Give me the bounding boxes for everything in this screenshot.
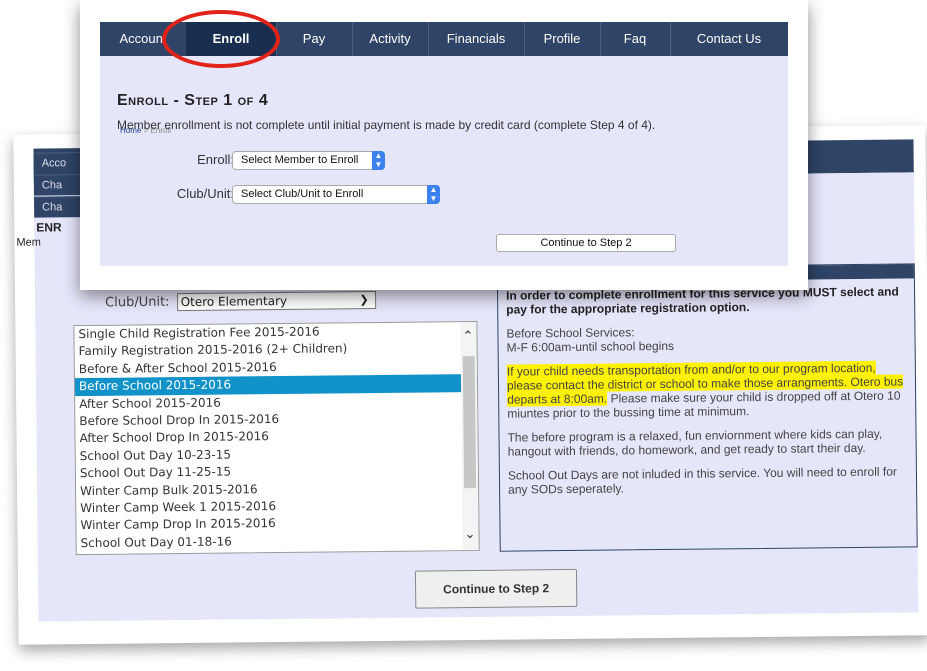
info-services: Before School Services: M-F 6:00am-until… (506, 322, 906, 354)
list-item[interactable]: School Out Day 01-18-16 (77, 531, 479, 553)
list-scrollbar[interactable]: ⌃ ⌄ (460, 321, 479, 551)
back-title-fragment: ENR (36, 220, 62, 235)
select-stepper-icon: ▲ ▼ (427, 185, 440, 204)
page-title: Enroll - Step 1 of 4 (117, 92, 269, 109)
club-unit-form-value: Select Club/Unit to Enroll (241, 188, 364, 200)
club-unit-value: Otero Elementary (180, 293, 288, 310)
club-unit-form-select[interactable]: Select Club/Unit to Enroll ▲ ▼ (232, 185, 440, 204)
nav-item-contact-us[interactable]: Contact Us (670, 22, 788, 56)
info-services-hours: M-F 6:00am-until school begins (506, 338, 675, 355)
info-program: The before program is a relaxed, fun env… (507, 426, 883, 459)
club-unit-label: Club/Unit: (105, 294, 170, 311)
info-services-title: Before School Services: (506, 325, 635, 341)
nav-item-pay[interactable]: Pay (276, 22, 353, 56)
member-select-value: Select Member to Enroll (241, 154, 359, 166)
continue-step-2-button[interactable]: Continue to Step 2 (414, 568, 578, 609)
info-sod: School Out Days are not inluded in this … (507, 464, 897, 497)
club-unit-select[interactable]: Otero Elementary ❯ (176, 291, 376, 312)
back-subtitle-fragment: Mem (16, 236, 42, 249)
nav-item-financials[interactable]: Financials (428, 22, 525, 56)
select-stepper-icon: ▲ ▼ (372, 151, 385, 170)
service-info-panel: In order to complete enrollment for this… (496, 263, 918, 552)
scrollbar-thumb[interactable] (462, 355, 477, 489)
annotation-circle (162, 10, 280, 68)
member-select[interactable]: Select Member to Enroll ▲ ▼ (232, 151, 385, 170)
club-unit-form-label: Club/Unit: (176, 186, 234, 201)
registration-options-list[interactable]: Single Child Registration Fee 2015-2016 F… (73, 320, 480, 556)
nav-item-activity[interactable]: Activity (352, 22, 429, 56)
scroll-up-icon[interactable]: ⌃ (462, 328, 473, 344)
page-subtitle: Member enrollment is not complete until … (117, 118, 656, 132)
continue-step-2-button-top[interactable]: Continue to Step 2 (496, 234, 676, 252)
enroll-label: Enroll: (197, 152, 234, 167)
scroll-down-icon[interactable]: ⌄ (464, 526, 475, 542)
club-unit-row: Club/Unit: Otero Elementary ❯ (105, 291, 376, 312)
info-transport: If your child needs transportation from … (506, 360, 908, 421)
nav-item-faq[interactable]: Faq (600, 22, 671, 56)
nav-item-profile[interactable]: Profile (524, 22, 601, 56)
chevron-down-icon: ❯ (359, 293, 369, 307)
